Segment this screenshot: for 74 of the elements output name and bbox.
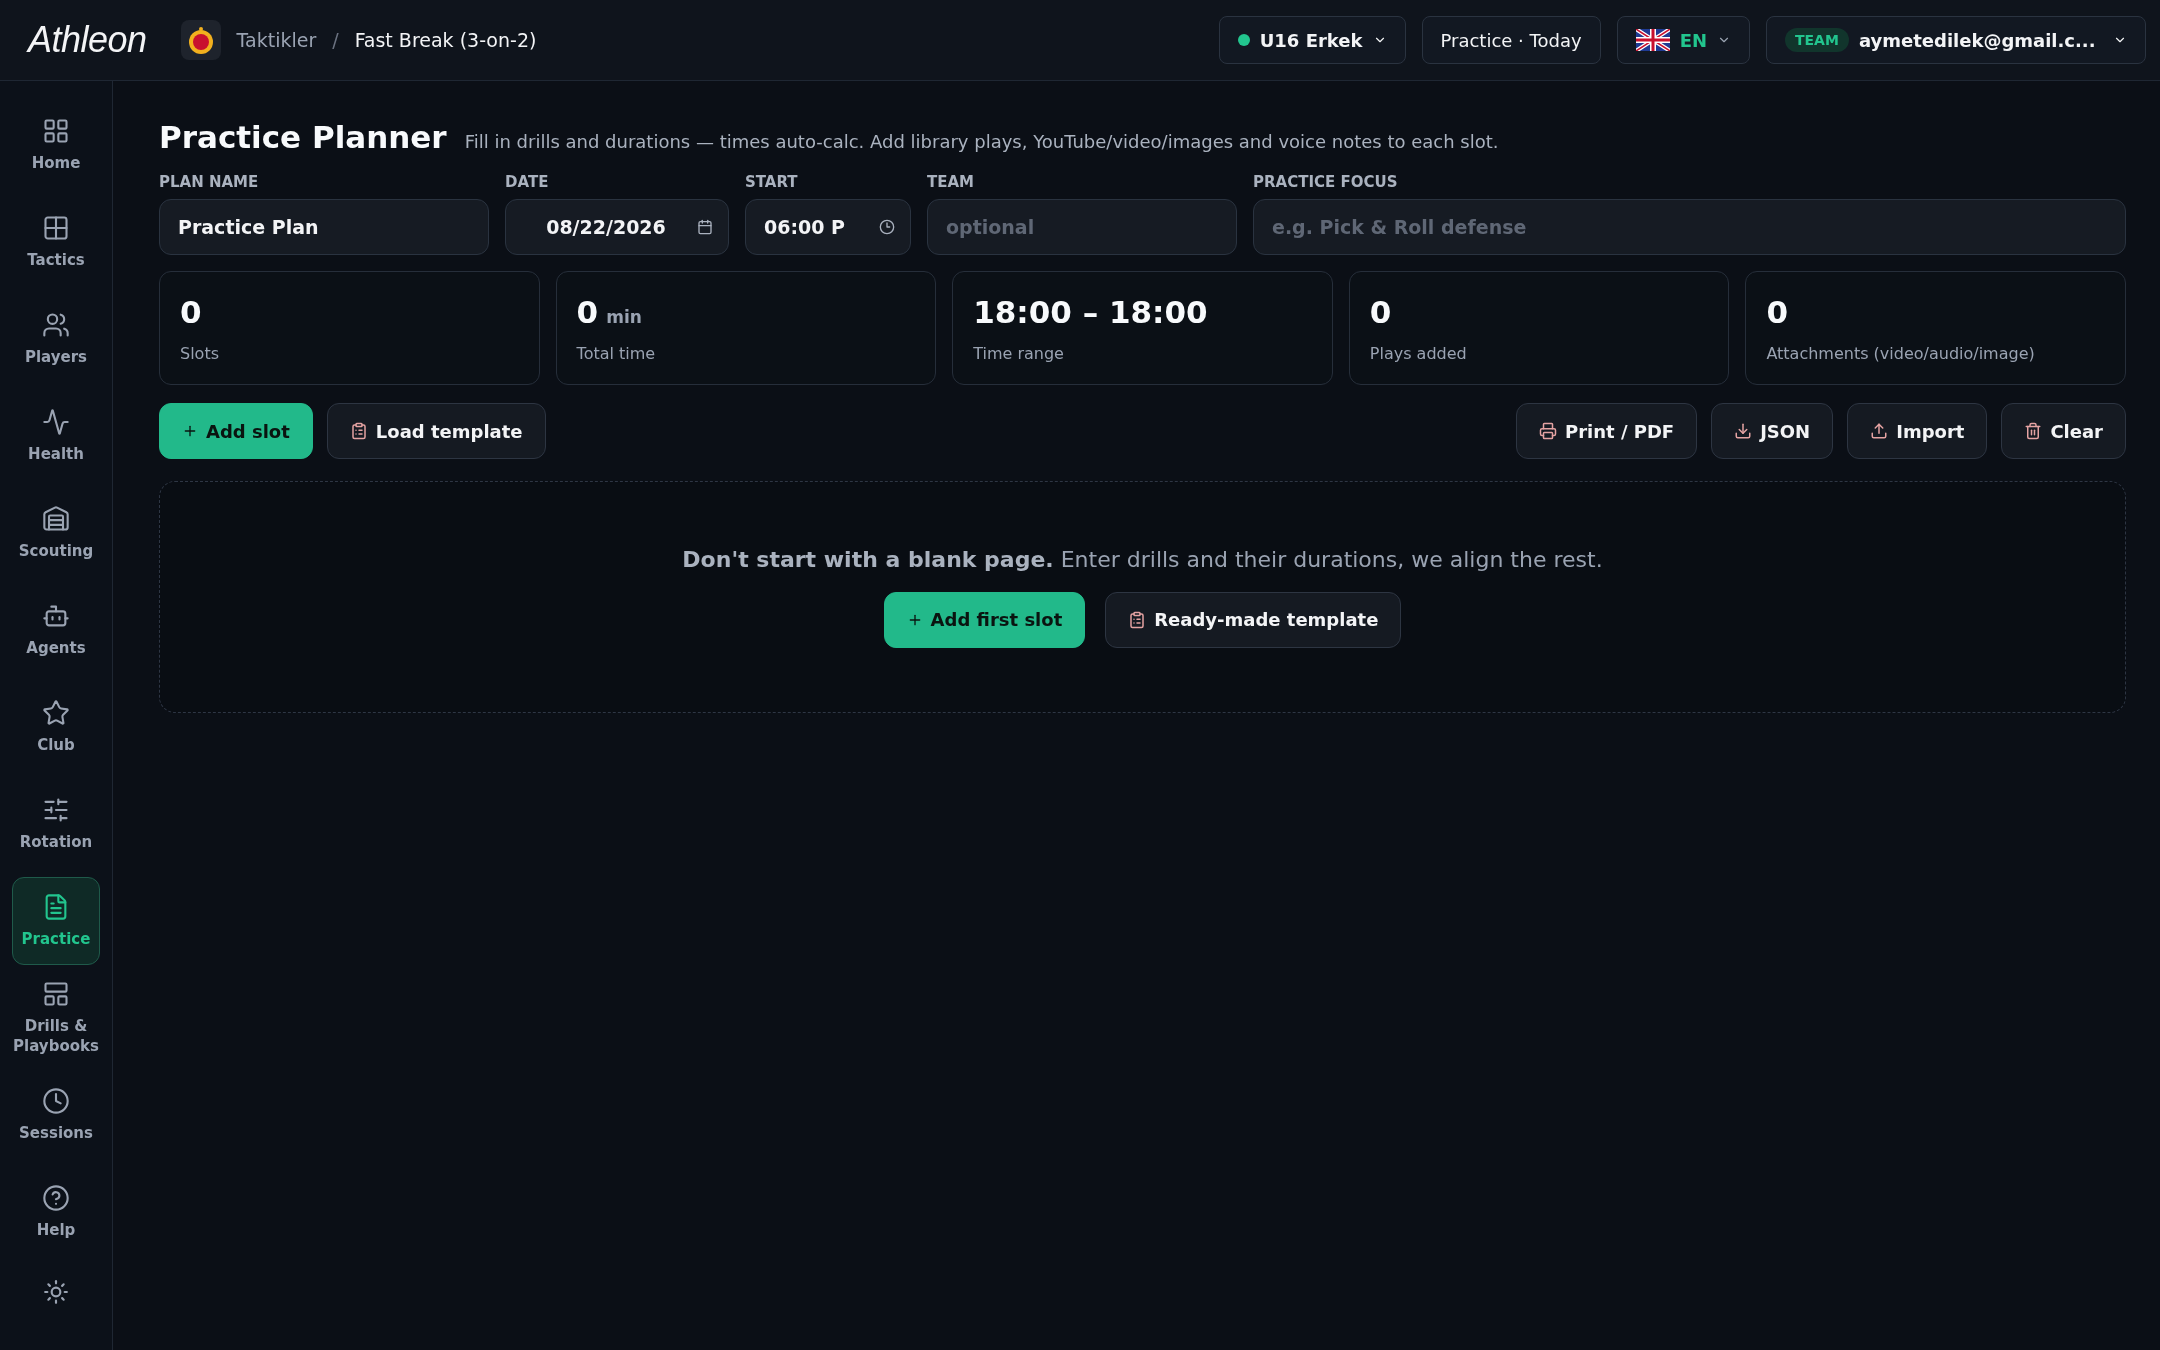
stat-label: Time range <box>973 344 1065 363</box>
field-label: DATE <box>505 173 550 191</box>
session-button[interactable]: Practice · Today <box>1421 16 1601 64</box>
field-label: PLAN NAME <box>159 173 260 191</box>
nav-item[interactable]: Club <box>12 683 100 771</box>
date-field[interactable]: 08/22/2026 <box>505 199 729 255</box>
nav-item[interactable]: Rotation <box>12 780 100 868</box>
stat-value: 18:00 – 18:00 <box>973 294 1208 330</box>
club-crest-icon <box>180 20 221 60</box>
input-field[interactable]: e.g. Pick & Roll defense <box>1253 199 2126 255</box>
language-select[interactable]: EN <box>1616 16 1750 64</box>
clipboard-icon <box>1128 610 1147 629</box>
page-title: Practice Planner <box>159 119 447 155</box>
action-button[interactable]: Load template <box>326 403 546 459</box>
trash-icon <box>2024 422 2043 440</box>
building-icon <box>42 504 70 533</box>
breadcrumb-link[interactable]: Fast Break (3-on-2) <box>354 29 537 51</box>
nav-item[interactable]: Tactics <box>12 198 100 286</box>
stat-label: Total time <box>576 344 657 363</box>
breadcrumb-separator: / <box>332 29 339 51</box>
nav-item[interactable]: Health <box>12 392 100 480</box>
nav-item[interactable]: Help <box>12 1168 100 1256</box>
plus-icon <box>182 423 198 439</box>
action-button[interactable]: Print / PDF <box>1515 403 1698 459</box>
star-icon <box>42 698 70 727</box>
download-icon <box>1734 422 1753 440</box>
page-subtitle: Fill in drills and durations — times auto-calc. Add library plays, YouTube/video/images and voice notes to each slot. <box>464 131 1499 152</box>
nav-item[interactable]: Players <box>12 295 100 383</box>
action-button[interactable]: JSON <box>1711 403 1834 459</box>
action-button[interactable]: Add slot <box>159 403 313 459</box>
nav-item[interactable]: Agents <box>12 586 100 674</box>
users-icon <box>42 310 70 339</box>
nav-item[interactable]: Home <box>12 101 100 189</box>
field-label: START <box>745 173 799 191</box>
stat-unit: min <box>606 307 642 327</box>
nav-item[interactable]: Sessions <box>12 1071 100 1159</box>
nav-item[interactable]: Drills & Playbooks <box>12 974 100 1062</box>
pulse-icon <box>42 407 70 436</box>
nav-item[interactable]: Practice <box>12 877 100 965</box>
stat-value: 0 <box>576 294 599 330</box>
team-select[interactable]: U16 Erkek <box>1218 16 1406 64</box>
stat-value: 0 <box>180 294 202 330</box>
input-field[interactable]: optional <box>927 199 1237 255</box>
field-label: TEAM <box>927 173 975 191</box>
brand-logo: Athleon <box>28 19 147 61</box>
action-button[interactable]: Clear <box>2001 403 2126 459</box>
flag-icon <box>1635 29 1670 51</box>
time-field[interactable]: 06:00 P <box>745 199 911 255</box>
stat-value: 0 <box>1766 294 1788 330</box>
stat-label: Plays added <box>1369 344 1468 363</box>
clipboard-icon <box>349 422 368 440</box>
clock-icon <box>879 219 895 235</box>
account-email: aymetedilek@gmail.c... <box>1858 29 2097 51</box>
team-badge: TEAM <box>1785 28 1849 52</box>
help-icon <box>42 1183 70 1212</box>
account-menu[interactable]: TEAM aymetedilek@gmail.c... <box>1766 16 2146 64</box>
stat-label: Slots <box>180 344 220 363</box>
calendar-icon <box>697 219 713 235</box>
stat-label: Attachments (video/audio/image) <box>1766 344 2036 363</box>
sliders-icon <box>42 795 70 824</box>
action-button[interactable]: Add first slot <box>883 591 1086 648</box>
printer-icon <box>1538 422 1557 440</box>
action-button[interactable]: Import <box>1847 403 1988 459</box>
theme-toggle-icon[interactable] <box>43 1279 69 1305</box>
nav-item[interactable]: Scouting <box>12 489 100 577</box>
field-label: PRACTICE FOCUS <box>1253 173 1399 191</box>
upload-icon <box>1870 422 1889 440</box>
breadcrumb-link[interactable]: Taktikler <box>236 29 317 51</box>
empty-state-message: Don't start with a blank page. Enter drills and their durations, we align the rest. <box>682 546 1603 572</box>
input-field[interactable]: Practice Plan <box>159 199 489 255</box>
clock-icon <box>42 1086 70 1115</box>
stat-value: 0 <box>1369 294 1392 330</box>
action-button[interactable]: Ready-made template <box>1105 591 1402 648</box>
status-dot <box>1237 34 1250 46</box>
